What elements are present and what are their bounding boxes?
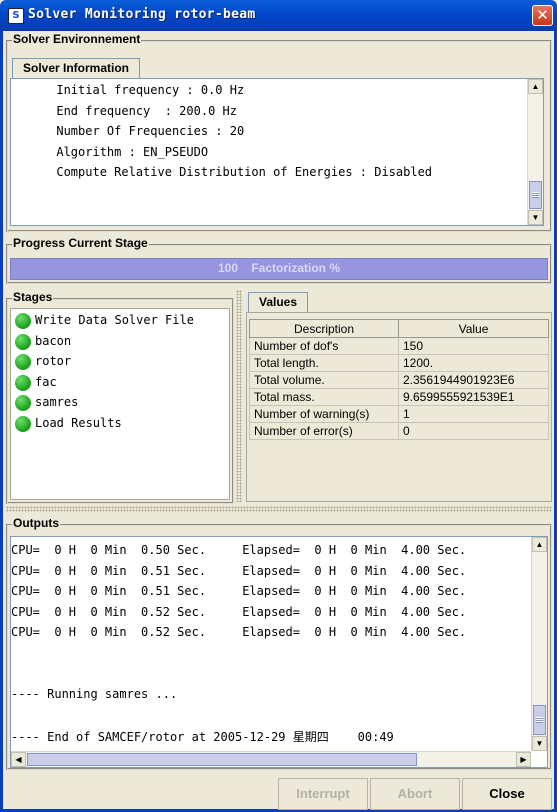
stage-label: rotor: [35, 354, 72, 369]
scroll-up-icon[interactable]: ▲: [532, 537, 547, 552]
scroll-down-icon[interactable]: ▼: [532, 736, 547, 751]
solver-app-icon: S: [8, 8, 24, 24]
progress-value: 100: [217, 261, 238, 275]
cell-description: Number of dof's: [249, 337, 399, 355]
scroll-thumb[interactable]: [529, 181, 542, 209]
scroll-down-icon[interactable]: ▼: [528, 210, 543, 225]
table-row[interactable]: Number of dof's 150: [249, 337, 549, 355]
table-row[interactable]: Total volume. 2.3561944901923E6: [249, 371, 549, 389]
scroll-up-icon[interactable]: ▲: [528, 79, 543, 94]
stage-complete-icon: [15, 313, 31, 329]
window-titlebar[interactable]: S Solver Monitoring rotor-beam ✕: [0, 0, 557, 31]
stage-label: Write Data Solver File: [35, 313, 194, 327]
cell-value: 0: [398, 422, 549, 440]
values-table: Description Value Number of dof's 150 Tota…: [249, 319, 549, 440]
tab-solver-information[interactable]: Solver Information: [12, 58, 141, 78]
stage-complete-icon: [15, 395, 31, 412]
solver-info-line: Initial frequency : 0.0 Hz: [13, 83, 245, 97]
cell-value: 1200.: [398, 354, 549, 372]
solver-info-scrollbar[interactable]: ▲ ▼: [527, 79, 543, 225]
solver-info-line: Algorithm : EN_PSEUDO: [13, 144, 209, 159]
output-line: CPU= 0 H 0 Min 0.50 Sec. Elapsed= 0 H 0 …: [11, 543, 467, 557]
table-row[interactable]: Total length. 1200.: [249, 354, 549, 372]
output-line: CPU= 0 H 0 Min 0.52 Sec. Elapsed= 0 H 0 …: [11, 604, 467, 619]
scroll-thumb[interactable]: [533, 705, 546, 735]
output-line: ---- End of SAMCEF/rotor at 2005-12-29 星…: [11, 730, 394, 745]
table-row[interactable]: Number of error(s) 0: [249, 422, 549, 440]
window-close-button[interactable]: ✕: [532, 5, 553, 26]
horizontal-splitter[interactable]: [6, 506, 552, 512]
interrupt-button[interactable]: Interrupt: [278, 778, 368, 810]
table-row[interactable]: Total mass. 9.6599555921539E1: [249, 388, 549, 406]
window-title: Solver Monitoring rotor-beam: [28, 7, 256, 22]
solver-info-line: Compute Relative Distribution of Energie…: [13, 165, 433, 179]
output-line: ---- Running samres ...: [11, 687, 178, 702]
stage-label: fac: [35, 374, 57, 389]
stage-complete-icon: [15, 354, 31, 371]
cell-description: Number of error(s): [249, 422, 399, 440]
cell-value: 1: [398, 405, 549, 423]
cell-value: 2.3561944901923E6: [398, 371, 549, 389]
stage-complete-icon: [15, 416, 31, 432]
stages-list: Write Data Solver File bacon rotor fac samre…: [10, 308, 230, 500]
progress-stage-name: Factorization %: [251, 261, 341, 275]
stage-label: samres: [35, 395, 79, 410]
output-line: CPU= 0 H 0 Min 0.51 Sec. Elapsed= 0 H 0 …: [11, 563, 467, 578]
cell-value: 150: [398, 337, 549, 355]
solver-info-panel: Initial frequency : 0.0 Hz End frequency…: [10, 78, 544, 226]
values-panel: Description Value Number of dof's 150 Tota…: [246, 312, 552, 502]
stage-label: Load Results: [35, 416, 122, 430]
cell-description: Total length.: [249, 354, 399, 372]
stage-complete-icon: [15, 333, 31, 350]
outputs-title: Outputs: [12, 516, 60, 530]
outputs-vertical-scrollbar[interactable]: ▲ ▼: [531, 537, 547, 751]
table-row[interactable]: Number of warning(s) 1: [249, 405, 549, 423]
output-line: CPU= 0 H 0 Min 0.51 Sec. Elapsed= 0 H 0 …: [11, 584, 467, 599]
scroll-thumb-horizontal[interactable]: [27, 753, 417, 766]
stages-title: Stages: [12, 290, 54, 304]
solver-info-line: End frequency : 200.0 Hz: [13, 103, 237, 118]
column-header-description[interactable]: Description: [249, 319, 399, 338]
cell-description: Number of warning(s): [249, 405, 399, 423]
output-line: CPU= 0 H 0 Min 0.52 Sec. Elapsed= 0 H 0 …: [11, 625, 467, 640]
close-button[interactable]: Close: [462, 778, 552, 810]
cell-description: Total volume.: [249, 371, 399, 389]
cell-value: 9.6599555921539E1: [398, 388, 549, 406]
scroll-right-icon[interactable]: ▶: [516, 752, 531, 767]
tab-values[interactable]: Values: [248, 292, 309, 312]
stage-complete-icon: [15, 374, 31, 391]
progress-label: 100 Factorization %: [11, 261, 547, 275]
solver-environment-title: Solver Environnement: [12, 32, 142, 46]
outputs-horizontal-scrollbar[interactable]: ◀ ▶: [11, 751, 531, 767]
cell-description: Total mass.: [249, 388, 399, 406]
progress-bar: 100 Factorization %: [10, 258, 548, 280]
column-header-value[interactable]: Value: [398, 319, 549, 338]
stage-label: bacon: [35, 333, 72, 348]
scroll-left-icon[interactable]: ◀: [11, 752, 26, 767]
outputs-panel: CPU= 0 H 0 Min 0.50 Sec. Elapsed= 0 H 0 …: [10, 536, 548, 768]
output-lines: CPU= 0 H 0 Min 0.50 Sec. Elapsed= 0 H 0 …: [11, 543, 466, 749]
vertical-splitter[interactable]: [236, 290, 242, 502]
solver-info-lines: Initial frequency : 0.0 Hz End frequency…: [13, 83, 432, 186]
abort-button[interactable]: Abort: [370, 778, 460, 810]
solver-info-line: Number Of Frequencies : 20: [13, 124, 245, 138]
progress-title: Progress Current Stage: [12, 236, 149, 250]
